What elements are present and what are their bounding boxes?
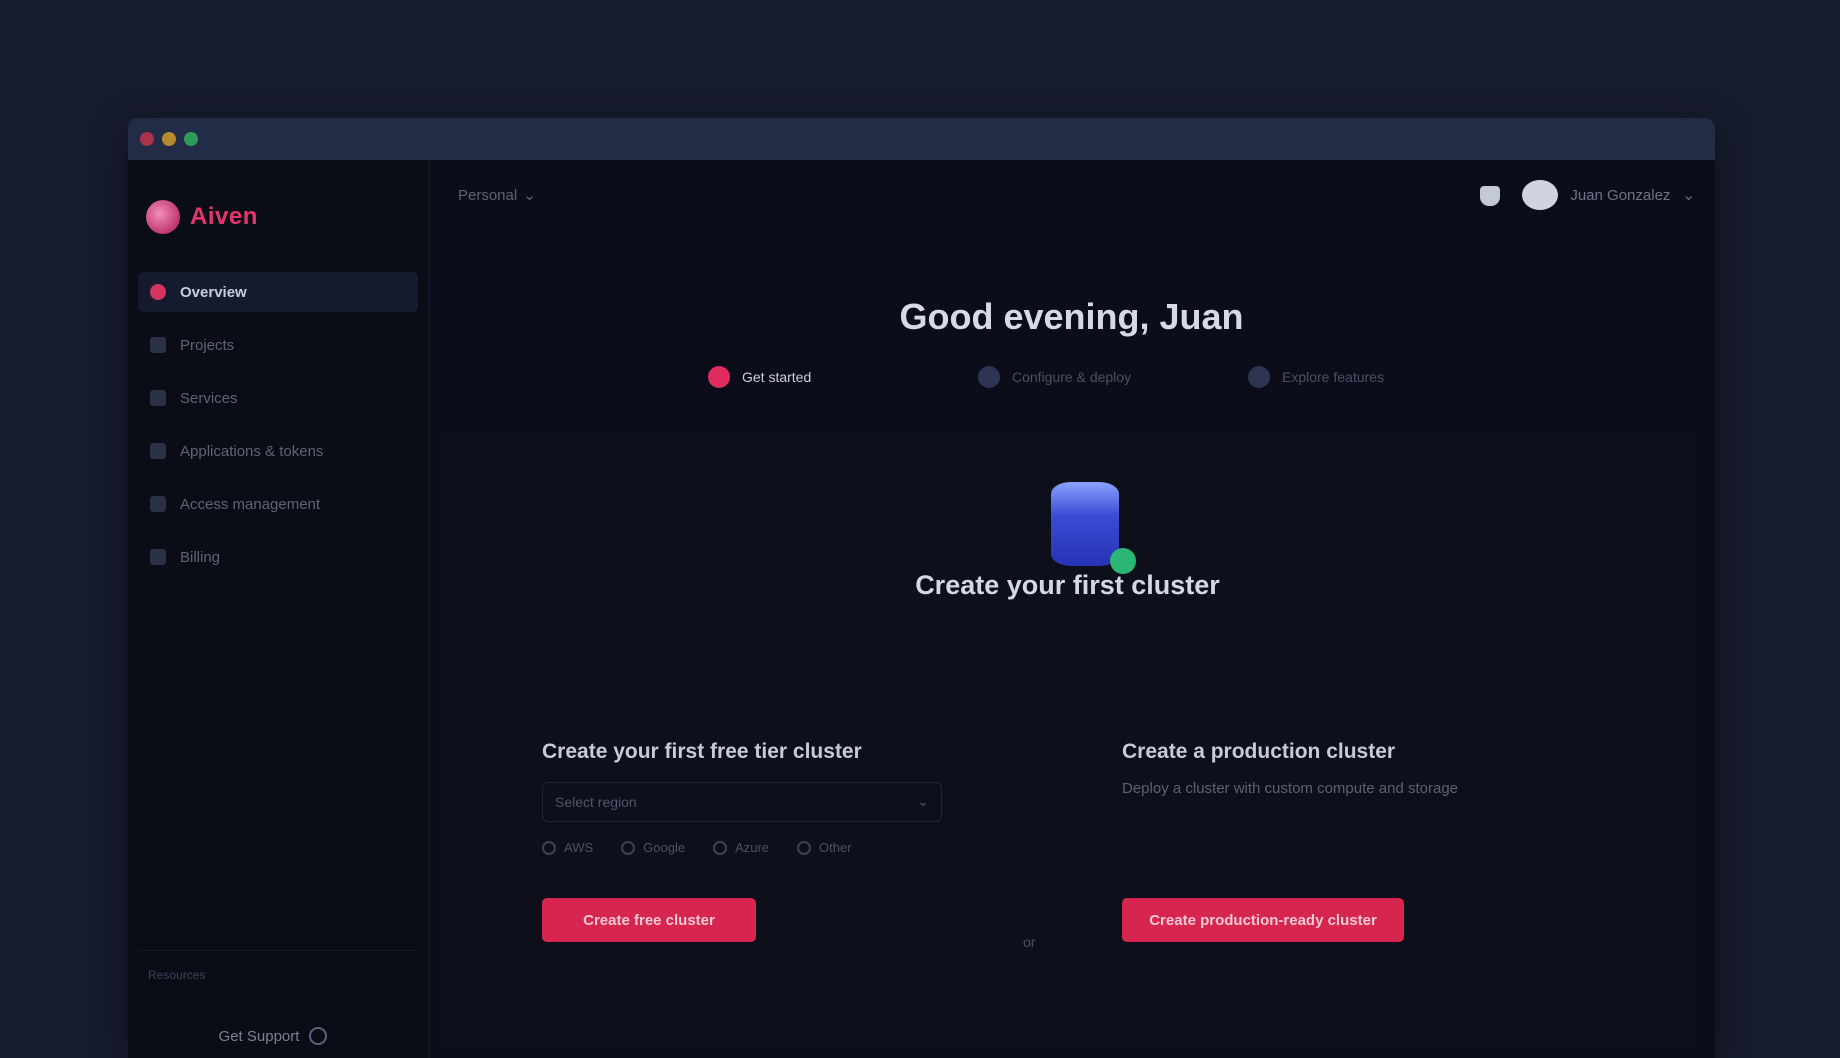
provider-label: Azure — [735, 840, 770, 855]
or-divider: or — [1023, 934, 1036, 950]
step-explore[interactable]: Explore features — [1248, 366, 1384, 388]
sidebar: Aiven Overview Projects Services Applica… — [128, 160, 429, 1058]
help-icon — [309, 1027, 328, 1045]
provider-option-aws[interactable]: AWS — [542, 840, 593, 855]
user-menu[interactable]: Juan Gonzalez ⌄ — [1522, 180, 1695, 210]
provider-label: Other — [819, 840, 852, 855]
chevron-down-icon: ⌄ — [917, 793, 929, 809]
provider-option-other[interactable]: Other — [797, 840, 852, 855]
sidebar-item-label: Overview — [180, 283, 247, 301]
organization-label: Personal — [458, 186, 518, 204]
chevron-down-icon: ⌄ — [523, 187, 536, 204]
database-icon — [1051, 482, 1119, 566]
users-icon — [150, 496, 166, 512]
free-cluster-card: Create your first free tier cluster Sele… — [520, 720, 960, 1000]
provider-option-google[interactable]: Google — [621, 840, 685, 855]
card-icon — [150, 549, 166, 565]
notification-bell-icon[interactable] — [1480, 186, 1500, 206]
window-minimize-button[interactable] — [162, 132, 176, 146]
window-close-button[interactable] — [140, 132, 154, 146]
user-name: Juan Gonzalez — [1570, 186, 1671, 204]
folder-icon — [150, 337, 166, 353]
sidebar-divider — [138, 950, 418, 951]
sidebar-item-projects[interactable]: Projects — [138, 325, 418, 365]
step-configure[interactable]: Configure & deploy — [978, 366, 1131, 388]
create-free-cluster-button[interactable]: Create free cluster — [542, 898, 756, 942]
production-cluster-title: Create a production cluster — [1122, 740, 1396, 763]
sidebar-footer-label: Resources — [148, 968, 206, 982]
free-cluster-title: Create your first free tier cluster — [542, 740, 862, 763]
home-icon — [150, 284, 166, 300]
sidebar-item-label: Services — [180, 389, 238, 407]
provider-label: Google — [643, 840, 686, 855]
page-title: Good evening, Juan — [428, 296, 1715, 338]
cluster-title: Create your first cluster — [915, 570, 1220, 600]
radio-icon — [542, 840, 556, 855]
organization-selector[interactable]: Personal ⌄ — [458, 186, 536, 205]
create-production-cluster-button[interactable]: Create production-ready cluster — [1122, 898, 1404, 942]
provider-option-azure[interactable]: Azure — [713, 840, 769, 855]
region-placeholder: Select region — [555, 794, 637, 810]
sidebar-item-overview[interactable]: Overview — [138, 272, 418, 312]
brand-logo-icon — [146, 200, 180, 234]
production-cluster-description: Deploy a cluster with custom compute and… — [1122, 780, 1458, 797]
onboarding-steps: Get started Configure & deploy Explore f… — [708, 366, 1508, 406]
sidebar-item-label: Access management — [180, 495, 321, 513]
sidebar-item-billing[interactable]: Billing — [138, 537, 418, 577]
step-marker-icon — [978, 366, 1000, 388]
step-get-started[interactable]: Get started — [708, 366, 811, 388]
sidebar-item-label: Projects — [180, 336, 235, 354]
provider-label: AWS — [564, 840, 594, 855]
get-support-button[interactable]: Get Support — [178, 1018, 368, 1054]
region-select[interactable]: Select region ⌄ — [542, 782, 942, 822]
radio-icon — [713, 840, 728, 855]
sidebar-item-label: Billing — [180, 548, 221, 566]
chevron-down-icon: ⌄ — [1682, 187, 1695, 204]
main-content: Good evening, Juan Get started Configure… — [428, 230, 1715, 1058]
key-icon — [150, 443, 166, 459]
sidebar-item-access[interactable]: Access management — [138, 484, 418, 524]
step-marker-icon — [708, 366, 730, 388]
greeting-text: Good evening, Juan — [899, 296, 1244, 337]
step-label: Explore features — [1282, 369, 1384, 385]
brand[interactable]: Aiven — [146, 200, 258, 234]
support-label: Get Support — [218, 1027, 300, 1045]
sidebar-item-applications[interactable]: Applications & tokens — [138, 431, 418, 471]
sidebar-item-services[interactable]: Services — [138, 378, 418, 418]
step-label: Configure & deploy — [1012, 369, 1132, 385]
app-window: Aiven Overview Projects Services Applica… — [128, 118, 1715, 1058]
server-icon — [150, 390, 166, 406]
sidebar-item-label: Applications & tokens — [180, 442, 324, 460]
provider-options: AWS Google Azure Other — [542, 840, 852, 855]
radio-icon — [621, 840, 636, 855]
window-maximize-button[interactable] — [184, 132, 198, 146]
topbar: Personal ⌄ Juan Gonzalez ⌄ — [428, 160, 1715, 230]
sidebar-nav: Overview Projects Services Applications … — [138, 272, 418, 590]
step-marker-icon — [1248, 366, 1270, 388]
brand-name: Aiven — [190, 203, 258, 230]
production-cluster-card: Create a production cluster Deploy a clu… — [1100, 720, 1520, 1000]
radio-icon — [797, 840, 812, 855]
avatar — [1522, 180, 1559, 210]
window-titlebar — [128, 118, 1715, 160]
step-label: Get started — [742, 369, 812, 385]
create-cluster-panel: Create your first cluster Create your fi… — [440, 430, 1695, 1050]
